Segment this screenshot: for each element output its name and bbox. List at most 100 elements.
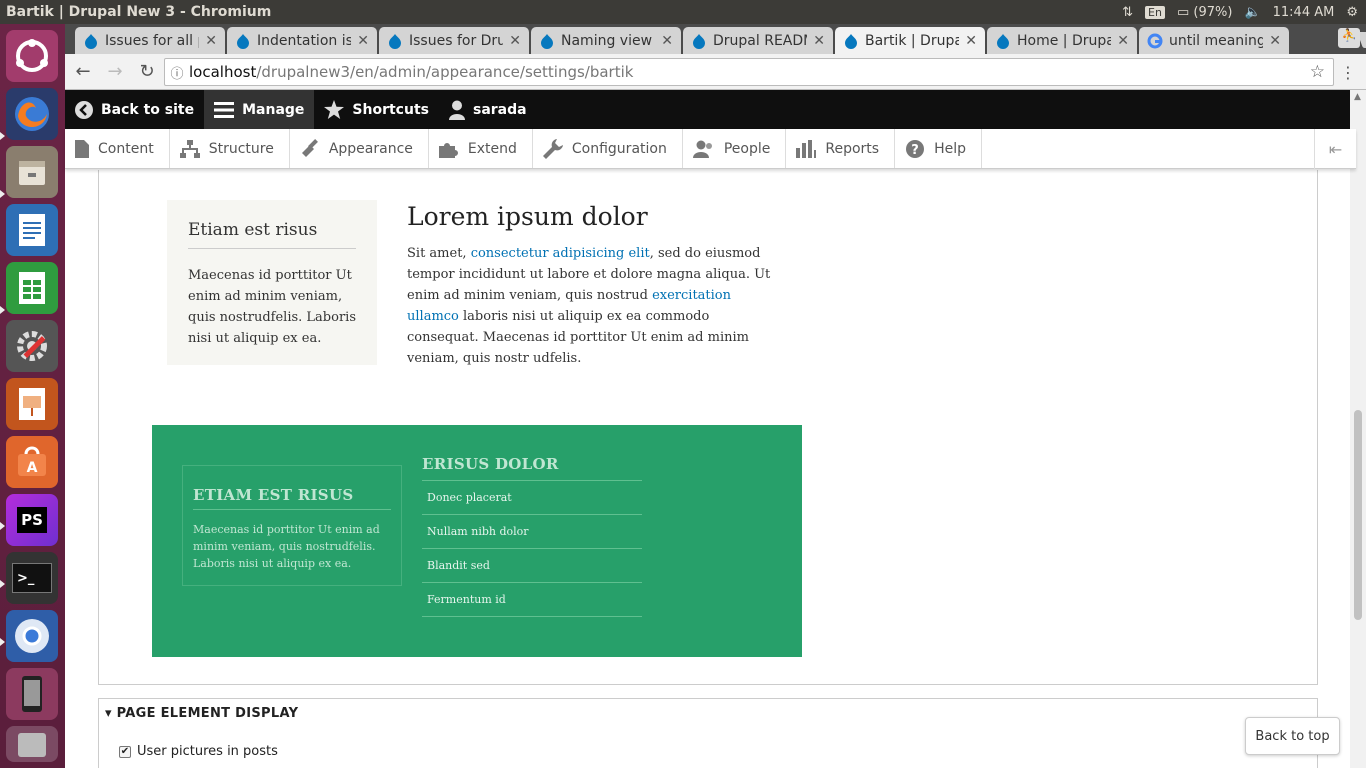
- tray-item-content[interactable]: Content: [65, 129, 170, 168]
- address-bar[interactable]: ⓘ localhost/drupalnew3/en/admin/appearan…: [164, 58, 1334, 86]
- close-tab-icon[interactable]: ✕: [1117, 33, 1129, 49]
- tray-item-label: People: [723, 140, 771, 157]
- user-tab[interactable]: sarada: [439, 90, 537, 129]
- preview-link[interactable]: consectetur adipisicing elit: [471, 246, 650, 261]
- footer-menu-item[interactable]: Blandit sed: [422, 549, 642, 583]
- back-arrow-icon[interactable]: ←: [69, 61, 97, 82]
- phone-icon[interactable]: [6, 668, 58, 720]
- back-to-top-button[interactable]: Back to top: [1245, 717, 1340, 755]
- ubuntu-dash-icon[interactable]: [6, 30, 58, 82]
- tray-item-people[interactable]: People: [683, 129, 787, 168]
- tray-item-label: Structure: [208, 140, 274, 157]
- preview-sidebar-block: Etiam est risus Maecenas id porttitor Ut…: [167, 200, 377, 365]
- running-indicator: [0, 306, 5, 314]
- close-tab-icon[interactable]: ✕: [205, 33, 217, 49]
- tab-title: Issues for all p: [105, 32, 200, 49]
- close-tab-icon[interactable]: ✕: [1269, 33, 1281, 49]
- puzzle-icon: [438, 142, 458, 158]
- drupal-icon: [845, 33, 857, 49]
- tray-item-appearance[interactable]: Appearance: [290, 129, 429, 168]
- volume-icon[interactable]: 🔈: [1244, 5, 1260, 20]
- sidebar-block-title: Etiam est risus: [188, 220, 356, 249]
- running-indicator: [0, 522, 5, 530]
- user-icon: [448, 100, 465, 120]
- fieldset-legend[interactable]: ▾ PAGE ELEMENT DISPLAY: [105, 706, 298, 721]
- back-circle-icon: [75, 100, 93, 119]
- footer-menu-title: ERISUS DOLOR: [422, 455, 642, 481]
- collapse-triangle-icon: ▾: [105, 706, 112, 721]
- tab-title: Indentation is: [257, 32, 352, 49]
- browser-tab[interactable]: Issues for Dru ✕: [379, 27, 529, 54]
- scrollbar-thumb[interactable]: [1354, 410, 1362, 620]
- bookmark-star-icon[interactable]: ☆: [1310, 62, 1325, 82]
- page-scrollbar[interactable]: ▲: [1350, 90, 1366, 768]
- browser-tab[interactable]: Home | Drupal ✕: [987, 27, 1137, 54]
- browser-tabstrip: Issues for all p ✕ Indentation is ✕ Issues…: [65, 24, 1366, 54]
- close-tab-icon[interactable]: ✕: [357, 33, 369, 49]
- close-tab-icon[interactable]: ✕: [965, 33, 977, 49]
- tray-item-extend[interactable]: Extend: [429, 129, 533, 168]
- running-indicator: [0, 190, 5, 198]
- battery-indicator[interactable]: ▭ (97%): [1177, 5, 1232, 20]
- tray-item-configuration[interactable]: Configuration: [533, 129, 683, 168]
- shortcuts-tab[interactable]: Shortcuts: [314, 90, 439, 129]
- tray-item-help[interactable]: ? Help: [895, 129, 982, 168]
- software-center-icon[interactable]: A: [6, 436, 58, 488]
- shortcuts-label: Shortcuts: [352, 101, 429, 118]
- firefox-icon[interactable]: [6, 88, 58, 140]
- running-indicator: [0, 638, 5, 646]
- browser-tab[interactable]: Drupal READM ✕: [683, 27, 833, 54]
- browser-tab[interactable]: until meaning ✕: [1139, 27, 1289, 54]
- footer-menu-item[interactable]: Fermentum id: [422, 583, 642, 617]
- footer-menu-item[interactable]: Nullam nibh dolor: [422, 515, 642, 549]
- scroll-up-icon[interactable]: ▲: [1354, 92, 1361, 102]
- collapse-tray-icon[interactable]: ⇤: [1314, 129, 1356, 169]
- battery-icon: ▭: [1176, 4, 1190, 20]
- browser-toolbar: ← → ↻ ⓘ localhost/drupalnew3/en/admin/ap…: [65, 54, 1366, 90]
- libreoffice-calc-icon[interactable]: [6, 262, 58, 314]
- paintbrush-icon: [301, 138, 318, 157]
- user-label: sarada: [472, 101, 527, 118]
- info-icon[interactable]: ⓘ: [165, 63, 189, 82]
- tab-title: Bartik | Drupal: [865, 32, 960, 49]
- browser-menu-icon[interactable]: ⋮: [1340, 63, 1356, 82]
- tab-title: Home | Drupal: [1017, 32, 1112, 49]
- close-tab-icon[interactable]: ✕: [813, 33, 825, 49]
- text-segment: laboris nisi ut aliquip ex ea commodo co…: [407, 309, 749, 366]
- browser-tab[interactable]: Issues for all p ✕: [75, 27, 225, 54]
- tray-item-structure[interactable]: Structure: [170, 129, 290, 168]
- keyboard-lang-indicator[interactable]: En: [1145, 5, 1165, 19]
- phpstorm-icon[interactable]: PS: [6, 494, 58, 546]
- libreoffice-impress-icon[interactable]: [6, 378, 58, 430]
- user-pictures-checkbox[interactable]: ✔ User pictures in posts: [119, 744, 278, 759]
- footer-menu-item[interactable]: Donec placerat: [422, 481, 642, 515]
- terminal-icon[interactable]: >_: [6, 552, 58, 604]
- profile-icon[interactable]: ⛹: [1338, 28, 1360, 48]
- tab-title: Issues for Dru: [409, 32, 504, 49]
- back-to-site-link[interactable]: Back to site: [65, 90, 204, 129]
- reload-icon[interactable]: ↻: [133, 61, 161, 82]
- browser-tab-active[interactable]: Bartik | Drupal ✕: [835, 27, 985, 54]
- checkbox-label: User pictures in posts: [137, 744, 278, 759]
- settings-gear-icon[interactable]: ⚙: [1346, 5, 1358, 20]
- tray-item-reports[interactable]: Reports: [786, 129, 896, 168]
- checkbox-checked-icon[interactable]: ✔: [119, 745, 131, 758]
- preview-main-text: Sit amet, consectetur adipisicing elit, …: [407, 243, 777, 369]
- forward-arrow-icon[interactable]: →: [101, 61, 129, 82]
- tab-title: Naming view f: [561, 32, 656, 49]
- manage-tab[interactable]: Manage: [204, 90, 315, 129]
- browser-tab[interactable]: Indentation is ✕: [227, 27, 377, 54]
- trash-icon[interactable]: [6, 726, 58, 762]
- libreoffice-writer-icon[interactable]: [6, 204, 58, 256]
- clock[interactable]: 11:44 AM: [1273, 5, 1335, 20]
- close-tab-icon[interactable]: ✕: [509, 33, 521, 49]
- network-icon[interactable]: ⇅: [1122, 5, 1133, 20]
- system-settings-icon[interactable]: [6, 320, 58, 372]
- browser-tab[interactable]: Naming view f ✕: [531, 27, 681, 54]
- close-tab-icon[interactable]: ✕: [661, 33, 673, 49]
- files-icon[interactable]: [6, 146, 58, 198]
- file-icon: [75, 139, 89, 158]
- chromium-icon[interactable]: [6, 610, 58, 662]
- drupal-icon: [541, 33, 553, 49]
- phpstorm-label: PS: [17, 507, 47, 533]
